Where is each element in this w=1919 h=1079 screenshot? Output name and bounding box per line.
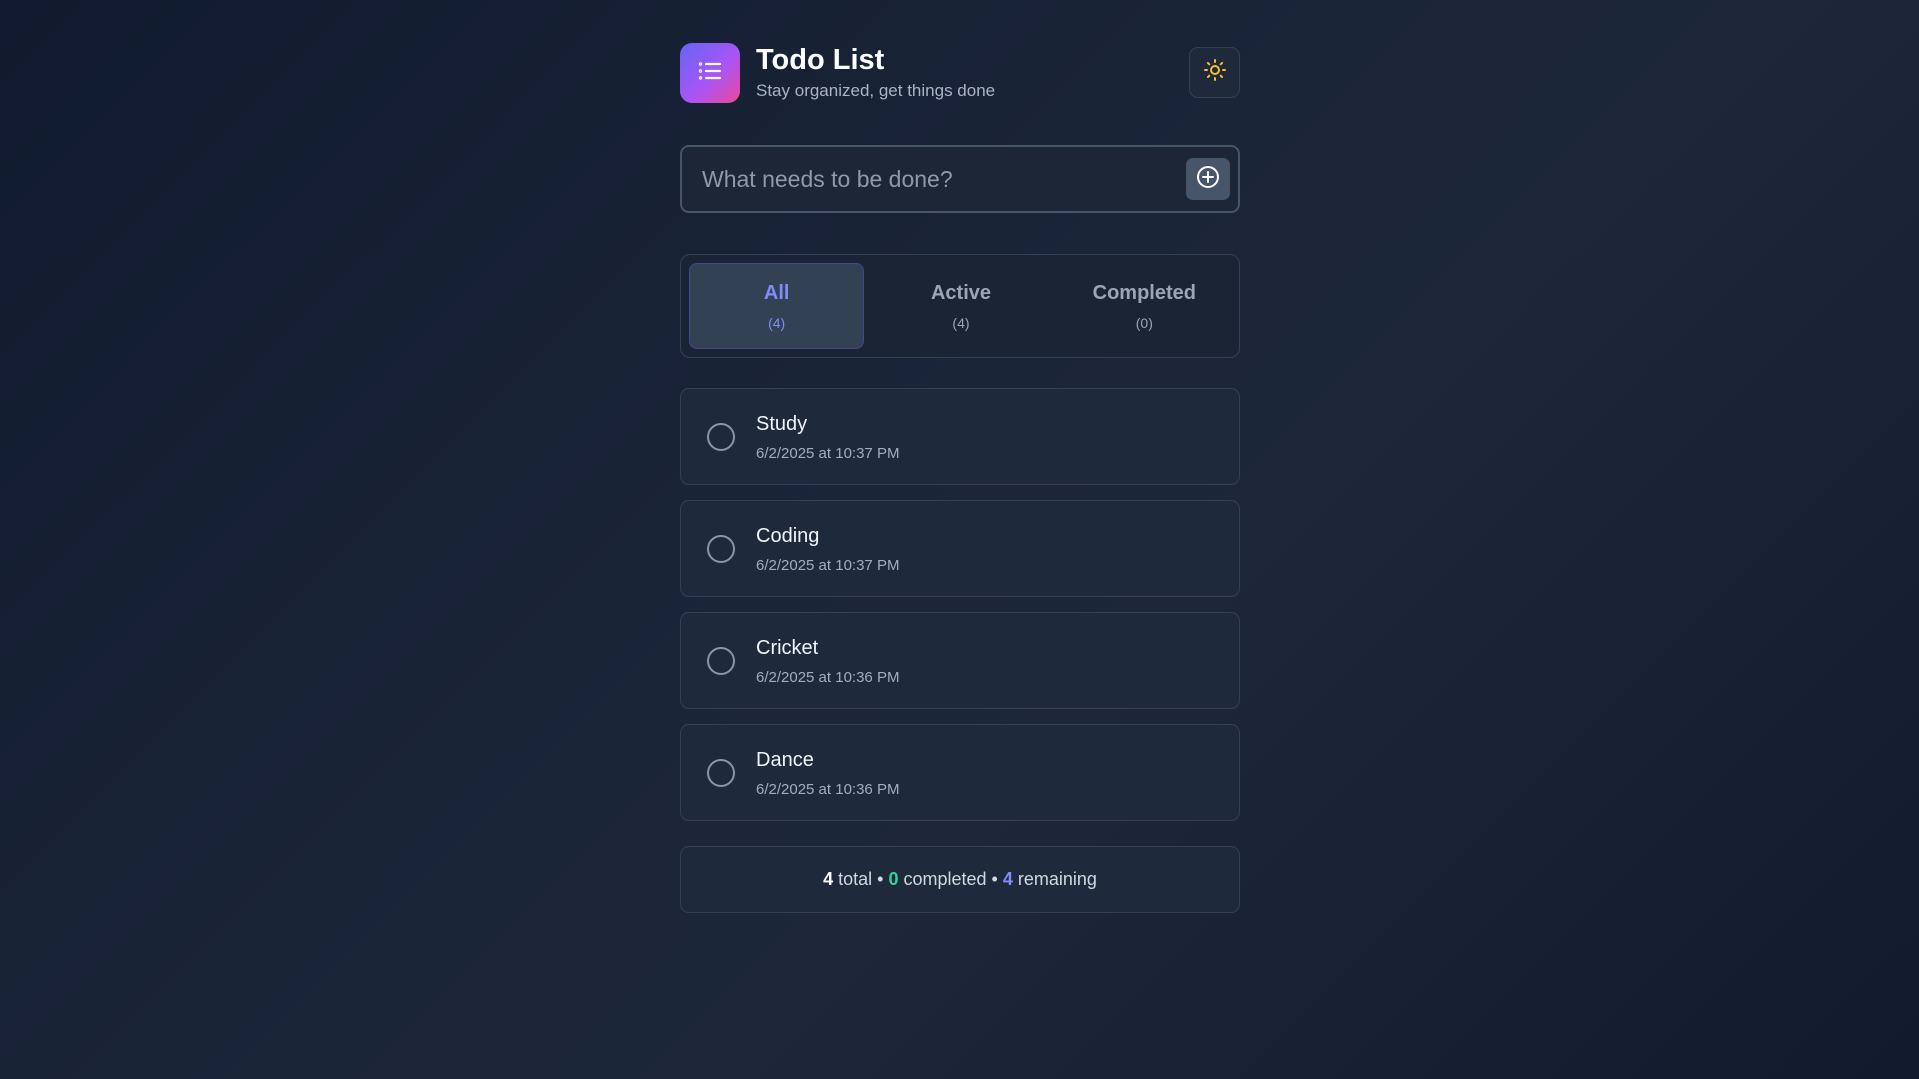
tab-count: (4) (952, 314, 970, 331)
app-container: Todo List Stay organized, get things don… (680, 43, 1240, 913)
sun-icon (1203, 58, 1227, 87)
tab-label: Active (930, 281, 991, 304)
theme-toggle-button[interactable] (1189, 47, 1240, 98)
new-todo-input[interactable] (682, 147, 1162, 211)
todo-item: Study 6/2/2025 at 10:37 PM (680, 388, 1240, 485)
todo-checkbox[interactable] (707, 535, 735, 563)
page-subtitle: Stay organized, get things done (756, 81, 996, 100)
stat-total-count: 4 (823, 869, 834, 889)
todo-text: Dance (756, 749, 814, 771)
todo-item: Cricket 6/2/2025 at 10:36 PM (680, 612, 1240, 709)
stat-remaining-count: 4 (1002, 869, 1013, 889)
todo-text: Study (756, 413, 808, 435)
todo-text: Cricket (756, 637, 819, 659)
tab-count: (0) (1135, 314, 1153, 331)
todo-list: Study 6/2/2025 at 10:37 PM Coding 6/2/20… (680, 388, 1240, 821)
stats-bar: 4 total • 0 completed • 4 remaining (680, 846, 1240, 913)
todo-item: Coding 6/2/2025 at 10:37 PM (680, 500, 1240, 597)
stat-completed-count: 0 (888, 869, 899, 889)
stat-remaining-label: remaining (1017, 869, 1097, 889)
filter-tabs: All (4) Active (4) Completed (0) (680, 254, 1240, 358)
todo-item: Dance 6/2/2025 at 10:36 PM (680, 724, 1240, 821)
stat-completed-label: completed (903, 869, 987, 889)
todo-date: 6/2/2025 at 10:37 PM (756, 557, 900, 574)
title-block: Todo List Stay organized, get things don… (756, 43, 995, 101)
tab-completed[interactable]: Completed (0) (1058, 263, 1231, 349)
todo-date: 6/2/2025 at 10:36 PM (756, 781, 900, 798)
header: Todo List Stay organized, get things don… (680, 43, 1240, 103)
tab-count: (4) (768, 314, 786, 331)
stat-separator: • (991, 869, 998, 889)
todo-checkbox[interactable] (707, 423, 735, 451)
stat-separator: • (877, 869, 884, 889)
add-todo-button[interactable] (1186, 158, 1230, 200)
new-todo-form (680, 145, 1240, 213)
tab-label: Completed (1092, 281, 1196, 304)
stat-total-label: total (838, 869, 873, 889)
todo-checkbox[interactable] (707, 759, 735, 787)
tab-label: All (763, 281, 790, 304)
todo-text: Coding (756, 525, 820, 547)
todo-date: 6/2/2025 at 10:37 PM (756, 445, 900, 462)
page-title: Todo List (756, 44, 885, 76)
plus-circle-icon (1196, 165, 1220, 194)
list-icon (696, 57, 724, 90)
todo-checkbox[interactable] (707, 647, 735, 675)
tab-all[interactable]: All (4) (689, 263, 865, 349)
app-logo (680, 43, 740, 103)
todo-date: 6/2/2025 at 10:36 PM (756, 669, 900, 686)
tab-active[interactable]: Active (4) (874, 263, 1047, 349)
